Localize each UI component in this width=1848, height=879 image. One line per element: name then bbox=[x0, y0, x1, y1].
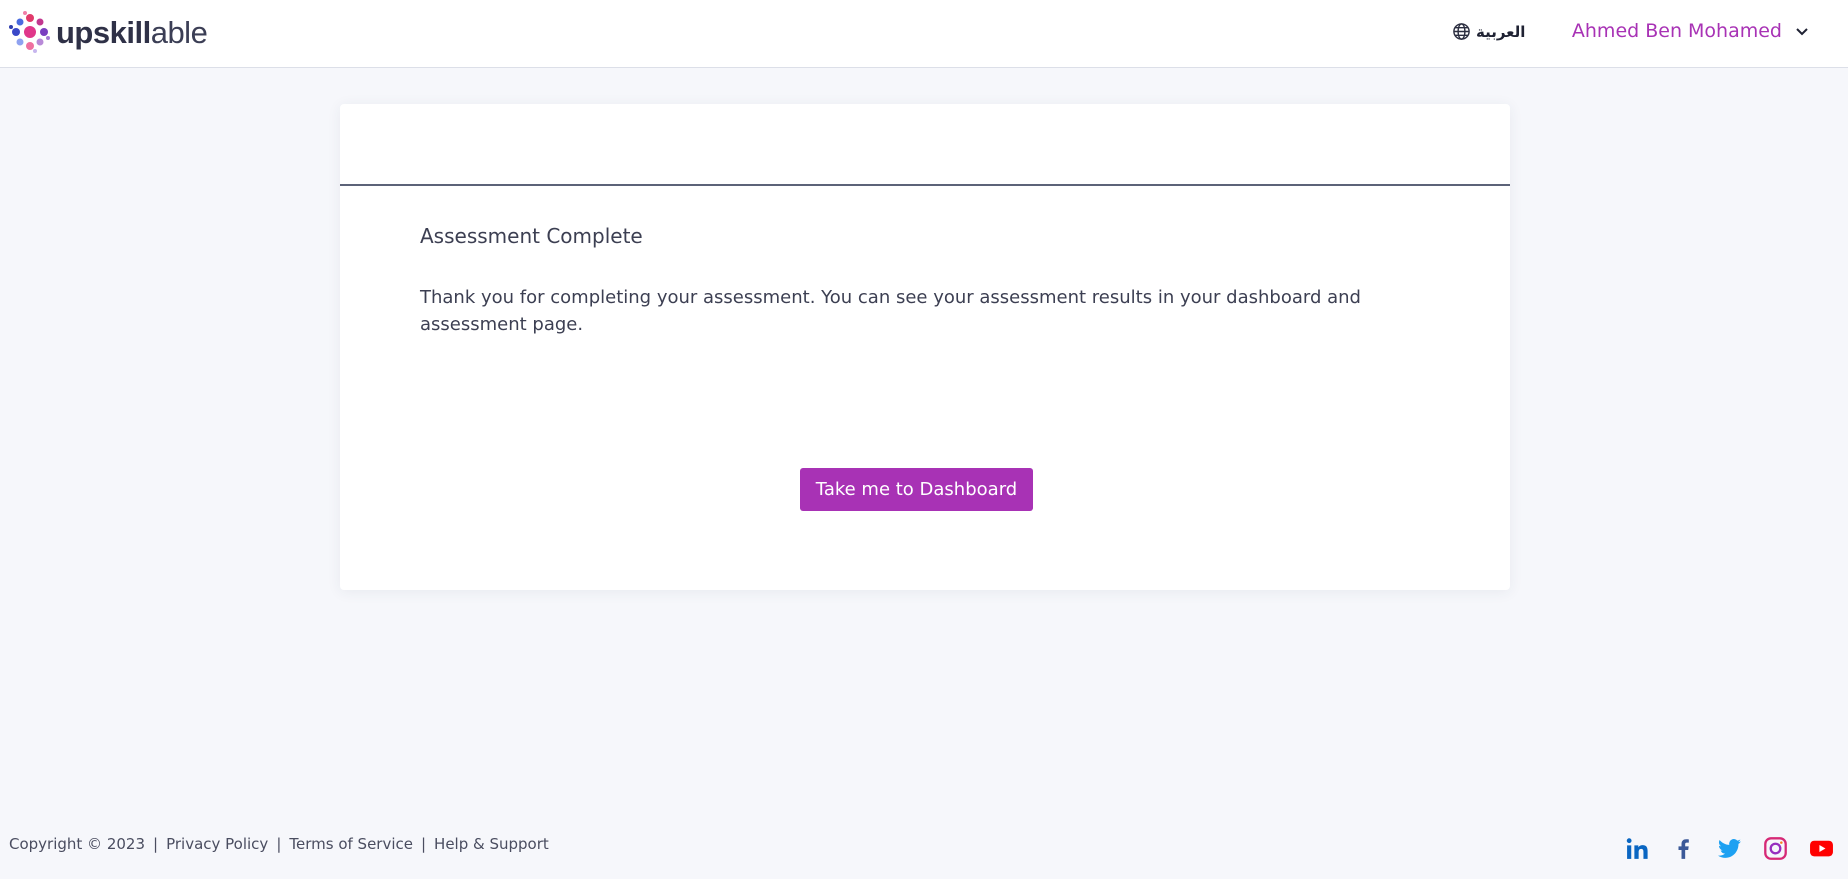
instagram-icon[interactable] bbox=[1763, 836, 1788, 861]
twitter-icon[interactable] bbox=[1717, 836, 1742, 861]
facebook-icon[interactable] bbox=[1671, 836, 1696, 861]
user-menu[interactable]: Ahmed Ben Mohamed bbox=[1572, 20, 1810, 42]
linkedin-icon[interactable] bbox=[1625, 836, 1650, 861]
top-header: upskillable العربية Ahmed Ben Mohamed bbox=[0, 0, 1848, 68]
copyright-text: Copyright © 2023 bbox=[9, 835, 146, 853]
footer-separator: | bbox=[153, 835, 159, 853]
assessment-complete-card: Assessment Complete Thank you for comple… bbox=[340, 104, 1510, 590]
dashboard-button[interactable]: Take me to Dashboard bbox=[800, 468, 1033, 511]
privacy-policy-link[interactable]: Privacy Policy bbox=[166, 835, 268, 853]
user-name: Ahmed Ben Mohamed bbox=[1571, 20, 1782, 42]
language-label: العربية bbox=[1476, 22, 1526, 41]
logo-mark-icon bbox=[9, 11, 50, 53]
footer-links: Copyright © 2023 | Privacy Policy | Term… bbox=[9, 835, 549, 853]
footer-separator: | bbox=[420, 835, 427, 853]
upskillable-logo[interactable]: upskillable bbox=[8, 9, 208, 55]
chevron-down-icon bbox=[1796, 28, 1808, 36]
globe-icon bbox=[1453, 23, 1470, 40]
youtube-icon[interactable] bbox=[1809, 836, 1834, 861]
terms-of-service-link[interactable]: Terms of Service bbox=[289, 835, 413, 853]
logo-wordmark-strong: upskill bbox=[56, 14, 151, 50]
card-message: Thank you for completing your assessment… bbox=[420, 287, 1361, 335]
card-title: Assessment Complete bbox=[420, 224, 643, 248]
logo-wordmark-light: able bbox=[150, 14, 208, 50]
social-links bbox=[1625, 836, 1834, 861]
card-divider bbox=[340, 184, 1510, 186]
language-switcher[interactable]: العربية bbox=[1452, 22, 1525, 41]
logo-wordmark: upskillable bbox=[56, 14, 208, 50]
footer-separator: | bbox=[276, 835, 282, 853]
help-support-link[interactable]: Help & Support bbox=[434, 835, 549, 853]
